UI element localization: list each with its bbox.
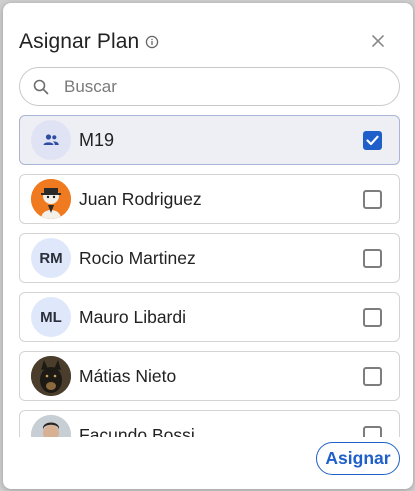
item-checkbox[interactable] [363, 366, 382, 386]
search-icon [32, 78, 50, 96]
dialog-header: Asignar Plan [19, 27, 397, 57]
member-list: M19 Juan Rodriguez RM Rocio Martinez ML … [19, 115, 400, 437]
item-label: M19 [79, 129, 115, 150]
list-item-facundo-bossi[interactable]: Facundo Bossi [19, 410, 400, 437]
item-checkbox[interactable] [363, 130, 382, 150]
user-photo-avatar [31, 179, 71, 219]
list-item-matias-nieto[interactable]: Mátias Nieto [19, 351, 400, 401]
group-avatar [31, 120, 71, 160]
list-item-m19[interactable]: M19 [19, 115, 400, 165]
item-checkbox[interactable] [363, 189, 382, 209]
item-label: Mátias Nieto [79, 365, 177, 386]
item-label: Rocio Martinez [79, 247, 196, 268]
item-checkbox[interactable] [363, 425, 382, 437]
user-photo [31, 356, 71, 396]
item-label: Mauro Libardi [79, 306, 186, 327]
list-item-juan-rodriguez[interactable]: Juan Rodriguez [19, 174, 400, 224]
initials-avatar: ML [31, 297, 71, 337]
user-photo-avatar [31, 356, 71, 396]
search-input[interactable] [64, 76, 399, 97]
assign-button[interactable]: Asignar [316, 442, 400, 475]
item-checkbox[interactable] [363, 248, 382, 268]
item-label: Facundo Bossi [79, 424, 195, 438]
item-label: Juan Rodriguez [79, 188, 202, 209]
user-photo [31, 415, 71, 437]
list-item-mauro-libardi[interactable]: ML Mauro Libardi [19, 292, 400, 342]
group-icon [43, 134, 59, 145]
assign-plan-dialog: Asignar Plan Buscar M19 Juan Rodriguez R… [3, 3, 413, 489]
close-icon [372, 35, 384, 47]
info-icon[interactable] [145, 35, 159, 49]
list-item-rocio-martinez[interactable]: RM Rocio Martinez [19, 233, 400, 283]
search-field[interactable] [19, 67, 400, 106]
user-photo [31, 179, 71, 219]
initials-avatar: RM [31, 238, 71, 278]
close-button[interactable] [367, 30, 389, 52]
user-photo-avatar [31, 415, 71, 437]
dialog-title: Asignar Plan [19, 30, 140, 53]
item-checkbox[interactable] [363, 307, 382, 327]
check-icon [366, 135, 379, 145]
